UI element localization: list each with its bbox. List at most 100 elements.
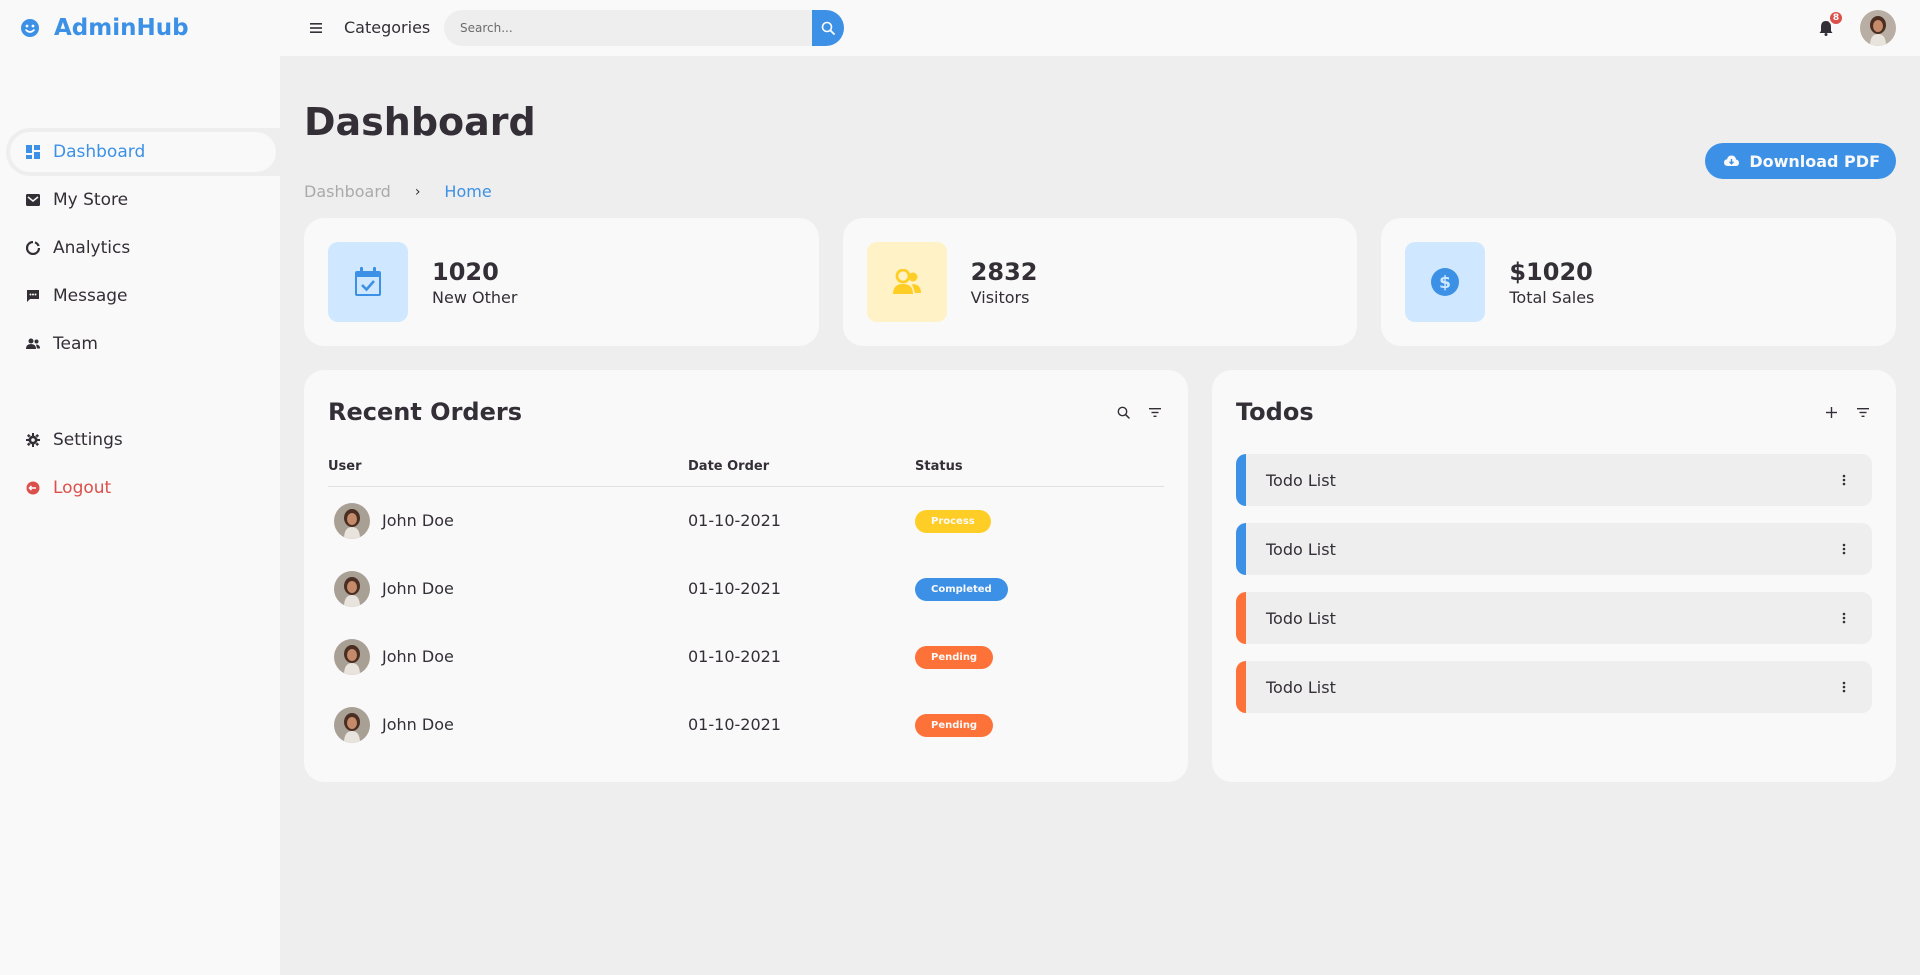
brand-name: AdminHub (54, 15, 189, 41)
stat-label: New Other (432, 287, 518, 307)
sidebar-link-settings[interactable]: Settings (10, 420, 276, 460)
todo-status-bar (1236, 523, 1246, 575)
profile-avatar[interactable] (1860, 10, 1896, 46)
sidebar-item-message[interactable]: Message (6, 272, 280, 320)
search-icon[interactable] (1114, 403, 1132, 421)
notification-button[interactable]: 8 (1814, 10, 1844, 40)
sidebar-item-label: Dashboard (53, 142, 146, 162)
sidebar: AdminHub Dashboard My Store Analytics Me… (0, 0, 280, 975)
order-status-cell: Completed (915, 555, 1164, 623)
table-data: Recent Orders User Date Order Status Joh… (304, 370, 1896, 782)
download-pdf-button[interactable]: Download PDF (1705, 143, 1896, 179)
stat-label: Total Sales (1509, 287, 1595, 307)
stat-text: 1020 New Other (432, 258, 517, 307)
chevron-right-icon: › (414, 183, 421, 200)
order-date: 01-10-2021 (688, 579, 781, 598)
order-date: 01-10-2021 (688, 647, 781, 666)
sidebar-link-logout[interactable]: Logout (10, 468, 276, 508)
plus-icon[interactable] (1822, 403, 1840, 421)
stat-card-total-sales: $ $1020 Total Sales (1381, 218, 1897, 346)
order-user: John Doe (328, 487, 688, 555)
todo-status-bar (1236, 454, 1246, 506)
sidebar-item-label: Team (53, 334, 98, 354)
breadcrumb-item[interactable]: Dashboard (304, 182, 391, 201)
search-input[interactable] (444, 10, 812, 46)
recent-orders-head: Recent Orders (328, 394, 1164, 430)
breadcrumb-item-active[interactable]: Home (444, 182, 491, 201)
order-date: 01-10-2021 (688, 715, 781, 734)
sidebar-link-my-store[interactable]: My Store (10, 180, 276, 220)
sidebar-item-label: Analytics (53, 238, 131, 258)
user-name: John Doe (382, 511, 454, 530)
stat-label: Visitors (970, 287, 1030, 307)
order-user: John Doe (328, 555, 688, 623)
dollar-circle-icon: $ (1405, 242, 1486, 322)
todo-status-bar (1236, 661, 1246, 713)
table-row[interactable]: John Doe 01-10-2021 Completed (328, 555, 1164, 623)
todo-item[interactable]: Todo List (1236, 523, 1872, 575)
stat-text: 2832 Visitors (971, 258, 1038, 307)
breadcrumb: Dashboard › Home (304, 182, 492, 201)
sidebar-item-my-store[interactable]: My Store (6, 176, 280, 224)
search-button[interactable] (812, 10, 844, 46)
table-row[interactable]: John Doe 01-10-2021 Process (328, 486, 1164, 555)
status-badge: Pending (915, 645, 994, 669)
todo-label: Todo List (1266, 539, 1336, 559)
sidebar-item-logout[interactable]: Logout (6, 464, 280, 512)
avatar (334, 638, 370, 675)
categories-link[interactable]: Categories (344, 18, 430, 37)
order-status-cell: Pending (915, 691, 1164, 759)
todos-card: Todos Todo List Todo List Todo List Todo… (1212, 370, 1896, 782)
sidebar-item-team[interactable]: Team (6, 320, 280, 368)
sidebar-link-dashboard[interactable]: Dashboard (10, 132, 276, 172)
stats-row: 1020 New Other 2832 Visitors $ $1020 Tot… (304, 218, 1897, 346)
dashboard-icon (25, 144, 41, 160)
filter-icon[interactable] (1146, 403, 1164, 421)
sidebar-item-label: Settings (53, 430, 123, 450)
filter-icon[interactable] (1854, 403, 1872, 421)
order-date: 01-10-2021 (688, 511, 781, 530)
todo-label: Todo List (1266, 470, 1336, 490)
notification-count: 8 (1828, 10, 1844, 26)
sidebar-item-dashboard[interactable]: Dashboard (6, 128, 280, 176)
more-vertical-icon[interactable] (1834, 470, 1854, 490)
calendar-check-icon (328, 242, 408, 322)
more-vertical-icon[interactable] (1834, 677, 1854, 697)
stat-card-visitors: 2832 Visitors (842, 218, 1358, 346)
sidebar-item-analytics[interactable]: Analytics (6, 224, 280, 272)
todo-item[interactable]: Todo List (1236, 592, 1872, 644)
menu-toggle-icon[interactable] (306, 18, 326, 38)
main-content: Dashboard Dashboard › Home Download PDF … (280, 56, 1920, 975)
todo-label: Todo List (1266, 608, 1336, 628)
logout-icon (25, 480, 41, 496)
sidebar-item-settings[interactable]: Settings (6, 416, 280, 464)
todo-item[interactable]: Todo List (1236, 661, 1872, 713)
brand[interactable]: AdminHub (0, 0, 280, 56)
sidebar-item-label: Message (53, 286, 128, 306)
order-status-cell: Pending (915, 623, 1164, 691)
todo-label: Todo List (1266, 677, 1336, 697)
sidebar-link-message[interactable]: Message (10, 276, 276, 316)
sidebar-link-team[interactable]: Team (10, 324, 276, 364)
smile-icon (18, 16, 42, 40)
user-name: John Doe (382, 647, 454, 666)
todo-item[interactable]: Todo List (1236, 454, 1872, 506)
analytics-icon (25, 240, 41, 256)
sidebar-link-analytics[interactable]: Analytics (10, 228, 276, 268)
download-pdf-label: Download PDF (1749, 151, 1880, 171)
svg-text:$: $ (1439, 273, 1451, 293)
status-badge: Process (915, 509, 991, 533)
user-name: John Doe (382, 579, 454, 598)
table-row[interactable]: John Doe 01-10-2021 Pending (328, 691, 1164, 759)
column-header: User (328, 450, 688, 487)
group-icon (866, 242, 947, 322)
search-icon (821, 21, 835, 35)
column-header: Date Order (688, 450, 915, 487)
stat-value: 1020 (432, 257, 499, 286)
more-vertical-icon[interactable] (1834, 539, 1854, 559)
more-vertical-icon[interactable] (1834, 608, 1854, 628)
store-icon (25, 192, 41, 208)
table-row[interactable]: John Doe 01-10-2021 Pending (328, 623, 1164, 691)
sidebar-menu: Dashboard My Store Analytics Message Tea… (0, 128, 280, 368)
message-icon (25, 288, 41, 304)
